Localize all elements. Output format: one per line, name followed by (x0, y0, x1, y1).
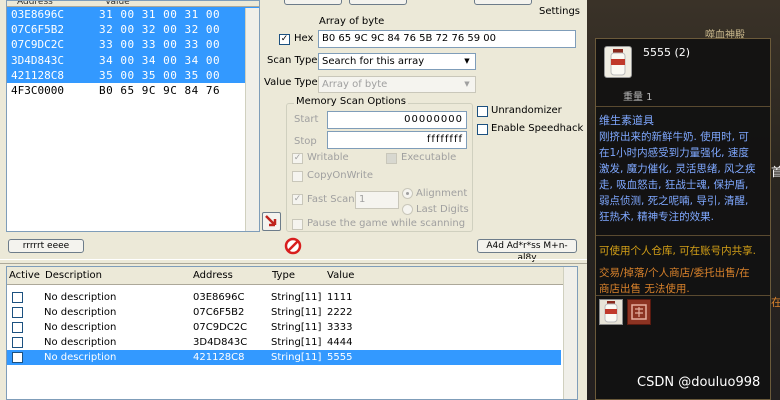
header-active[interactable]: Active (9, 270, 40, 281)
table-row[interactable]: No description 421128C8 String[11] 5555 (7, 350, 561, 365)
header-description[interactable]: Description (45, 270, 102, 281)
header-type[interactable]: Type (272, 270, 295, 281)
writable-label: Writable (307, 152, 349, 163)
unrandomizer-checkbox[interactable] (477, 106, 488, 117)
milk-bottle-icon (604, 46, 632, 78)
enable-speedhack-checkbox[interactable] (477, 124, 488, 135)
active-checkbox[interactable] (12, 322, 23, 333)
item-name: 5555 (2) (643, 46, 691, 59)
memory-view-button[interactable]: rrrrrt eeee (8, 239, 84, 253)
splitter[interactable] (0, 259, 587, 264)
table-row[interactable]: No description 3D4D843C String[11] 4444 (7, 335, 577, 350)
value-type-label: Value Type (264, 77, 318, 88)
desc-line: 在1小时内感受到力量强化, 速度 (599, 147, 749, 159)
header-value[interactable]: Value (327, 270, 354, 281)
result-row[interactable]: 4F3C0000 B0 65 9C 9C 84 76 (7, 83, 259, 98)
divider (596, 295, 770, 296)
fast-scan-label: Fast Scan (307, 194, 355, 205)
copy-on-write-label: CopyOnWrite (307, 170, 373, 181)
divider (596, 106, 770, 107)
result-row[interactable]: 421128C8 35 00 35 00 35 00 (7, 67, 259, 83)
table-row[interactable]: No description 07C6F5B2 String[11] 2222 (7, 305, 577, 320)
red-seal-icon (627, 299, 651, 325)
stop-sign-icon[interactable] (284, 237, 302, 255)
desc-line: 走, 吸血怒击, 狂战士魂, 保护盾, (599, 179, 749, 191)
trade-line: 商店出售 无法使用. (599, 283, 690, 295)
alignment-label: Alignment (416, 188, 468, 199)
start-label: Start (294, 114, 319, 125)
header-address[interactable]: Address (193, 270, 233, 281)
desc-line: 刚挤出来的新鲜牛奶. 使用时, 可 (599, 131, 749, 143)
usage-text: 可使用个人仓库, 可在账号内共享. (599, 245, 757, 257)
stop-label: Stop (294, 136, 317, 147)
fast-scan-checkbox[interactable]: ✓ (292, 194, 303, 205)
active-checkbox[interactable] (12, 292, 23, 303)
table-row[interactable]: No description 03E8696C String[11] 1111 (7, 290, 577, 305)
pause-game-label: Pause the game while scanning (307, 218, 466, 229)
pause-game-checkbox[interactable] (292, 219, 303, 230)
last-digits-radio[interactable] (402, 204, 413, 215)
divider (596, 235, 770, 236)
result-row[interactable]: 07C6F5B2 32 00 32 00 32 00 (7, 22, 259, 38)
value-type-value: Array of byte (322, 79, 388, 90)
start-address-input[interactable]: 00000000 (327, 111, 467, 129)
scan-value-input[interactable]: B0 65 9C 9C 84 76 5B 72 76 59 00 (318, 30, 576, 48)
cheat-table-scrollbar[interactable] (563, 267, 577, 399)
add-address-manually-button[interactable]: A4d Ad*r*ss M+n-al8y (477, 239, 577, 263)
settings-label[interactable]: Settings (539, 6, 580, 17)
milk-bottle-icon (599, 299, 623, 325)
active-checkbox[interactable] (12, 352, 23, 363)
value-type-select[interactable]: Array of byte ▼ (318, 76, 476, 93)
dropdown-arrow-icon: ▼ (464, 80, 470, 88)
red-arrow-icon (265, 215, 277, 227)
unrandomizer-label: Unrandomizer (491, 105, 562, 116)
first-scan-button[interactable] (284, 0, 342, 5)
last-digits-label: Last Digits (416, 204, 469, 215)
side-text: 首 (771, 165, 780, 179)
undo-scan-button[interactable] (474, 0, 532, 5)
copy-on-write-checkbox[interactable] (292, 171, 303, 182)
cheat-table-header: Active Description Address Type Value (7, 267, 577, 285)
side-text: 在 (771, 296, 780, 309)
scan-type-label: Scan Type (267, 55, 318, 66)
scan-type-select[interactable]: Search for this array ▼ (318, 53, 476, 70)
add-to-list-button[interactable] (262, 212, 281, 231)
desc-line: 激发, 魔力催化, 灵活思绪, 风之疾 (599, 163, 756, 175)
game-window: 噬血神殿 5555 (2) 重量 1 维生素道具 刚挤出来的新鲜牛奶. 使用时,… (587, 0, 780, 400)
executable-checkbox[interactable] (386, 153, 397, 164)
writable-checkbox[interactable]: ✓ (292, 153, 303, 164)
table-row[interactable]: No description 07C9DC2C String[11] 3333 (7, 320, 577, 335)
alignment-radio[interactable] (402, 188, 413, 199)
result-row[interactable]: 3D4D843C 34 00 34 00 34 00 (7, 52, 259, 68)
result-row[interactable]: 07C9DC2C 33 00 33 00 33 00 (7, 37, 259, 53)
memory-scan-options-label: Memory Scan Options (294, 96, 408, 107)
results-scrollbar[interactable] (245, 8, 259, 231)
desc-line: 狂热术, 精神专注的效果. (599, 211, 715, 223)
item-weight: 重量 1 (623, 92, 653, 103)
enable-speedhack-label: Enable Speedhack (491, 123, 584, 134)
results-header-address: Address (17, 0, 53, 7)
item-tooltip: 5555 (2) 重量 1 维生素道具 刚挤出来的新鲜牛奶. 使用时, 可 在1… (595, 38, 771, 400)
fast-scan-input[interactable]: 1 (355, 191, 399, 209)
watermark: CSDN @douluo998 (637, 375, 761, 390)
scan-results-list[interactable]: Address Value 03E8696C 31 00 31 00 31 00 … (6, 0, 260, 232)
hex-checkbox[interactable]: ✓ (279, 34, 290, 45)
results-header-value: Value (105, 0, 130, 7)
stop-address-input[interactable]: ffffffff (327, 131, 467, 149)
trade-line: 交易/掉落/个人商店/委托出售/在 (599, 267, 750, 279)
result-row[interactable]: 03E8696C 31 00 31 00 31 00 (7, 7, 259, 23)
cheat-table[interactable]: Active Description Address Type Value No… (6, 266, 578, 400)
cheat-engine-window: Address Value 03E8696C 31 00 31 00 31 00 … (0, 0, 587, 400)
next-scan-button[interactable] (349, 0, 407, 5)
active-checkbox[interactable] (12, 307, 23, 318)
array-of-byte-label: Array of byte (319, 16, 385, 27)
active-checkbox[interactable] (12, 337, 23, 348)
desc-line: 弱点侦测, 死之呢喃, 导引, 清醒, (599, 195, 749, 207)
executable-label: Executable (401, 152, 457, 163)
hex-label: Hex (294, 33, 314, 44)
item-category: 维生素道具 (599, 114, 654, 127)
dropdown-arrow-icon: ▼ (464, 57, 470, 65)
scan-type-value: Search for this array (322, 56, 425, 67)
